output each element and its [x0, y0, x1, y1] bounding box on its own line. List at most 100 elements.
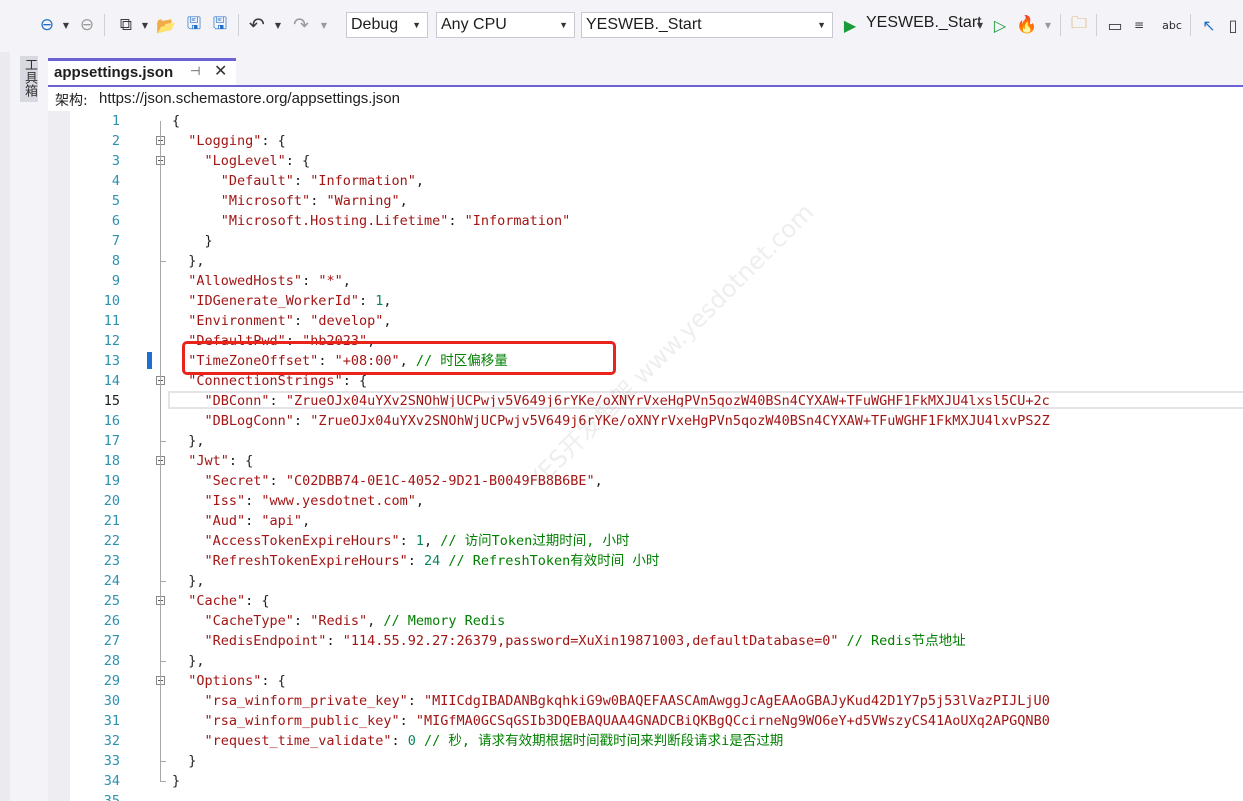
code-text[interactable]: "Microsoft": "Warning",: [172, 191, 408, 211]
line-number: 22: [103, 533, 120, 549]
save-icon[interactable]: 🖫: [183, 13, 205, 37]
code-line[interactable]: 2 "Logging": {: [48, 131, 1243, 151]
pointer-select-icon[interactable]: ↖: [1198, 13, 1220, 37]
code-text[interactable]: "rsa_winform_private_key": "MIICdgIBADAN…: [172, 691, 1050, 711]
line-number: 34: [103, 773, 120, 789]
code-line[interactable]: 20 "Iss": "www.yesdotnet.com",: [48, 491, 1243, 511]
code-line[interactable]: 21 "Aud": "api",: [48, 511, 1243, 531]
code-line[interactable]: 5 "Microsoft": "Warning",: [48, 191, 1243, 211]
code-line[interactable]: 28 },: [48, 651, 1243, 671]
outline-guide-end: [160, 761, 166, 762]
toolbar-overflow-icon[interactable]: ≡: [1132, 13, 1146, 37]
layout-window-icon[interactable]: ▭: [1104, 13, 1126, 37]
code-line[interactable]: 1{: [48, 111, 1243, 131]
start-debugging-icon[interactable]: ▶: [840, 13, 860, 37]
code-text[interactable]: "Microsoft.Hosting.Lifetime": "Informati…: [172, 211, 571, 231]
code-text[interactable]: }: [172, 231, 213, 251]
code-text[interactable]: },: [172, 431, 204, 451]
code-text[interactable]: "Jwt": {: [172, 451, 253, 471]
toolbox-label[interactable]: 工具箱: [20, 58, 38, 97]
code-text[interactable]: "IDGenerate_WorkerId": 1,: [172, 291, 391, 311]
solution-configuration-select[interactable]: Debug ▼: [346, 12, 428, 38]
undo-icon[interactable]: ↶: [246, 13, 268, 37]
solution-platform-select[interactable]: Any CPU ▼: [436, 12, 575, 38]
start-dropdown-icon[interactable]: ▼: [974, 13, 986, 37]
code-text[interactable]: "Environment": "develop",: [172, 311, 391, 331]
code-line[interactable]: 17 },: [48, 431, 1243, 451]
code-line[interactable]: 19 "Secret": "C02DBB74-0E1C-4052-9D21-B0…: [48, 471, 1243, 491]
code-line[interactable]: 23 "RefreshTokenExpireHours": 24 // Refr…: [48, 551, 1243, 571]
code-editor[interactable]: 1{2 "Logging": {3 "LogLevel": {4 "Defaul…: [48, 111, 1243, 801]
redo-icon[interactable]: ↷: [290, 13, 312, 37]
code-text[interactable]: "request_time_validate": 0 // 秒, 请求有效期根据…: [172, 731, 784, 751]
schema-url[interactable]: https://json.schemastore.org/appsettings…: [99, 90, 400, 107]
line-number: 8: [111, 253, 120, 269]
code-text[interactable]: },: [172, 571, 204, 591]
code-text[interactable]: "RedisEndpoint": "114.55.92.27:26379,pas…: [172, 631, 966, 651]
code-text[interactable]: "LogLevel": {: [172, 151, 311, 171]
navigate-forward-icon[interactable]: ⊖: [76, 13, 98, 37]
code-line[interactable]: 22 "AccessTokenExpireHours": 1, // 访问Tok…: [48, 531, 1243, 551]
code-line[interactable]: 33 }: [48, 751, 1243, 771]
code-line[interactable]: 3 "LogLevel": {: [48, 151, 1243, 171]
toolbar-extra-icon[interactable]: ▯: [1224, 13, 1242, 37]
back-dropdown-icon[interactable]: ▼: [60, 13, 72, 37]
open-file-icon[interactable]: 📂: [155, 13, 177, 37]
code-text[interactable]: "Cache": {: [172, 591, 269, 611]
code-text[interactable]: }: [172, 751, 196, 771]
spell-check-icon[interactable]: abc: [1160, 13, 1184, 37]
code-text[interactable]: "CacheType": "Redis", // Memory Redis: [172, 611, 506, 631]
code-line[interactable]: 16 "DBLogConn": "ZrueOJx04uYXv2SNOhWjUCP…: [48, 411, 1243, 431]
code-line[interactable]: 27 "RedisEndpoint": "114.55.92.27:26379,…: [48, 631, 1243, 651]
code-text[interactable]: "Iss": "www.yesdotnet.com",: [172, 491, 424, 511]
change-tracking-marker: [147, 352, 152, 369]
code-text[interactable]: "RefreshTokenExpireHours": 24 // Refresh…: [172, 551, 660, 571]
redo-dropdown-icon[interactable]: ▼: [318, 13, 330, 37]
code-line[interactable]: 31 "rsa_winform_public_key": "MIGfMA0GCS…: [48, 711, 1243, 731]
code-line[interactable]: 4 "Default": "Information",: [48, 171, 1243, 191]
line-number: 11: [103, 313, 120, 329]
code-line[interactable]: 24 },: [48, 571, 1243, 591]
hot-reload-icon[interactable]: 🔥: [1016, 13, 1038, 37]
code-line[interactable]: 9 "AllowedHosts": "*",: [48, 271, 1243, 291]
code-text[interactable]: "Options": {: [172, 671, 286, 691]
navigate-back-icon[interactable]: ⊖: [36, 13, 58, 37]
start-without-debugging-icon[interactable]: ▷: [990, 13, 1010, 37]
code-line[interactable]: 7 }: [48, 231, 1243, 251]
code-line[interactable]: 30 "rsa_winform_private_key": "MIICdgIBA…: [48, 691, 1243, 711]
code-text[interactable]: "Aud": "api",: [172, 511, 311, 531]
code-text[interactable]: "Default": "Information",: [172, 171, 424, 191]
code-text[interactable]: "AccessTokenExpireHours": 1, // 访问Token过…: [172, 531, 630, 551]
code-text[interactable]: "Logging": {: [172, 131, 286, 151]
hot-reload-dropdown-icon[interactable]: ▼: [1042, 13, 1054, 37]
undo-dropdown-icon[interactable]: ▼: [272, 13, 284, 37]
browse-folder-icon[interactable]: 🗀: [1068, 13, 1090, 37]
code-line[interactable]: 8 },: [48, 251, 1243, 271]
code-text[interactable]: "rsa_winform_public_key": "MIGfMA0GCSqGS…: [172, 711, 1050, 731]
code-line[interactable]: 26 "CacheType": "Redis", // Memory Redis: [48, 611, 1243, 631]
code-line[interactable]: 18 "Jwt": {: [48, 451, 1243, 471]
new-project-icon[interactable]: ⧉: [114, 13, 138, 37]
code-line[interactable]: 29 "Options": {: [48, 671, 1243, 691]
new-dropdown-icon[interactable]: ▼: [140, 13, 150, 37]
code-line[interactable]: 10 "IDGenerate_WorkerId": 1,: [48, 291, 1243, 311]
toolbar-separator: [104, 14, 105, 36]
code-text[interactable]: },: [172, 651, 204, 671]
line-number: 1: [111, 113, 120, 129]
code-text[interactable]: }: [172, 771, 180, 791]
code-text[interactable]: },: [172, 251, 204, 271]
pin-icon[interactable]: ⊣: [190, 64, 200, 78]
document-tab-appsettings[interactable]: appsettings.json ⊣ ✕: [48, 58, 236, 86]
code-text[interactable]: "AllowedHosts": "*",: [172, 271, 351, 291]
code-line[interactable]: 11 "Environment": "develop",: [48, 311, 1243, 331]
close-icon[interactable]: ✕: [214, 61, 227, 80]
code-line[interactable]: 32 "request_time_validate": 0 // 秒, 请求有效…: [48, 731, 1243, 751]
code-text[interactable]: {: [172, 111, 180, 131]
start-button-label[interactable]: YESWEB._Start: [866, 14, 982, 32]
code-line[interactable]: 34}: [48, 771, 1243, 791]
save-all-icon[interactable]: 🖫: [209, 13, 231, 37]
code-line[interactable]: 25 "Cache": {: [48, 591, 1243, 611]
code-line[interactable]: 35: [48, 791, 1243, 801]
startup-project-select[interactable]: YESWEB._Start ▼: [581, 12, 833, 38]
code-line[interactable]: 6 "Microsoft.Hosting.Lifetime": "Informa…: [48, 211, 1243, 231]
